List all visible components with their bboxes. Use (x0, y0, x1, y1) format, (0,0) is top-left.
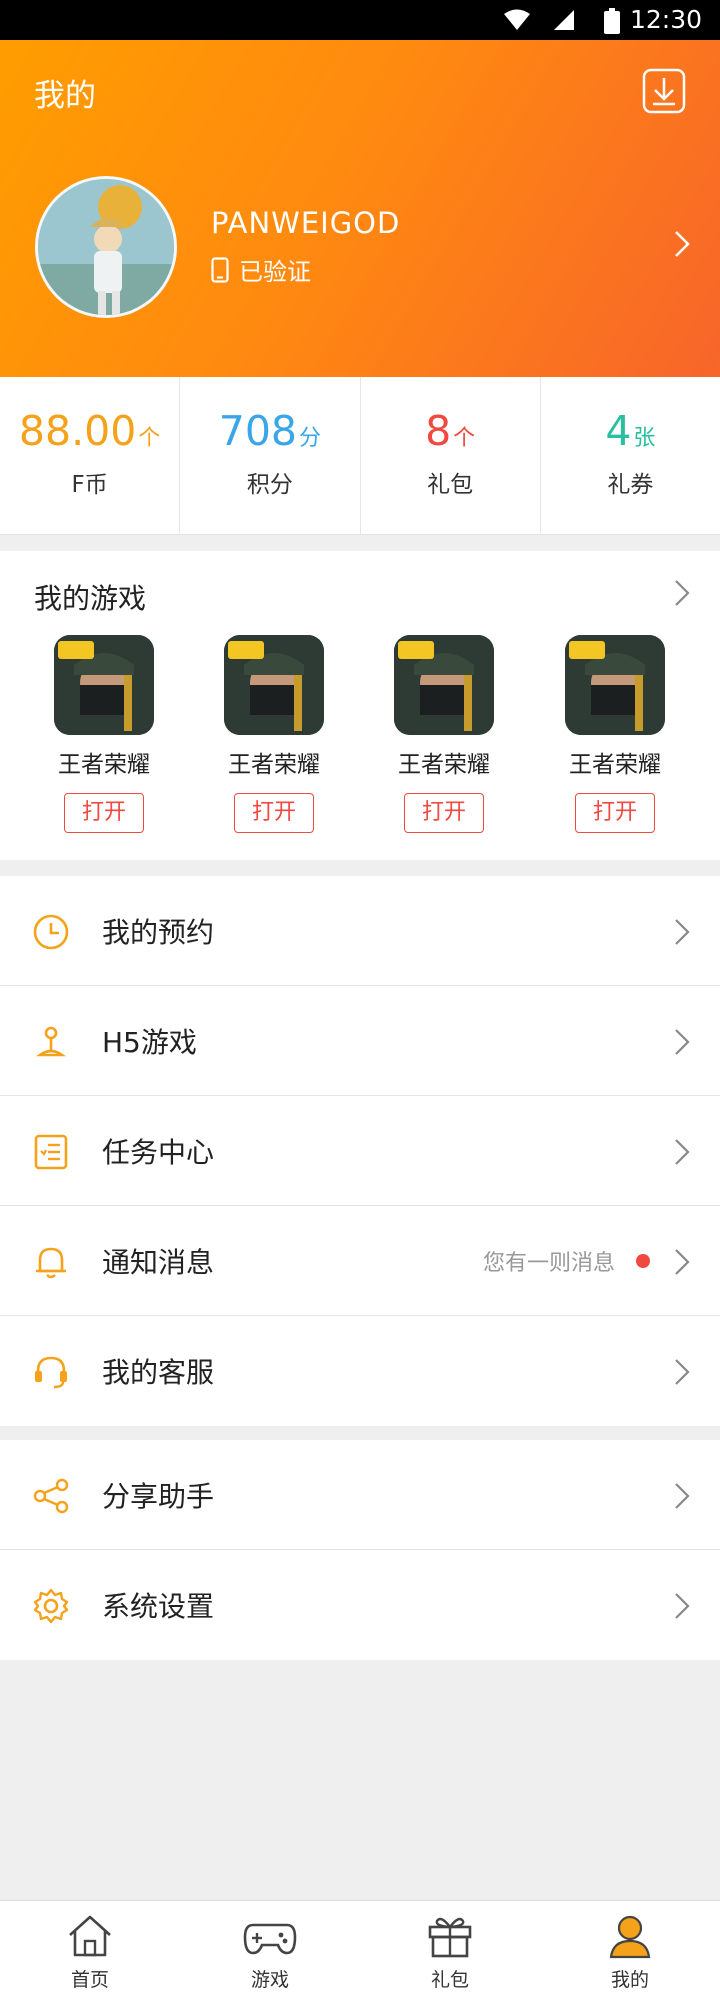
menu-label: H5游戏 (102, 1025, 197, 1059)
status-bar: 12:30 (0, 0, 720, 40)
avatar[interactable] (35, 176, 177, 318)
game-name: 王者荣耀 (398, 752, 490, 778)
stat-gifts[interactable]: 8个 礼包 (361, 377, 541, 534)
game-item[interactable]: 王者荣耀 打开 (555, 635, 675, 833)
stat-points[interactable]: 708分 积分 (180, 377, 361, 534)
chevron-right-icon (675, 1249, 690, 1275)
game-name: 王者荣耀 (58, 752, 150, 778)
share-icon (33, 1478, 69, 1514)
stat-label: 积分 (246, 472, 293, 498)
menu-item-h5-games[interactable]: H5游戏 (0, 986, 720, 1096)
stat-label: 礼包 (427, 472, 474, 498)
tab-label: 礼包 (430, 1969, 469, 1991)
chevron-right-icon (675, 1593, 690, 1619)
user-icon (609, 1915, 651, 1959)
verification-status: 已验证 (211, 252, 311, 287)
my-games-section: 我的游戏 王者荣耀 打开 王者荣耀 打开 王者荣耀 打开 王者荣耀 打开 (0, 551, 720, 860)
gift-icon (428, 1917, 472, 1958)
game-item[interactable]: 王者荣耀 打开 (44, 635, 164, 833)
section-title: 我的游戏 (34, 582, 147, 615)
download-icon[interactable] (642, 68, 686, 114)
bell-icon (36, 1247, 66, 1279)
tab-home[interactable]: 首页 (0, 1901, 180, 2000)
game-item[interactable]: 王者荣耀 打开 (384, 635, 504, 833)
unread-dot (636, 1253, 650, 1268)
tab-label: 首页 (70, 1969, 109, 1991)
game-icon[interactable] (54, 635, 154, 735)
chevron-right-icon (675, 919, 690, 945)
chevron-right-icon (675, 1359, 690, 1385)
phone-icon (211, 256, 229, 283)
joystick-icon (35, 1026, 67, 1057)
menu-label: 系统设置 (102, 1590, 215, 1623)
game-name: 王者荣耀 (569, 752, 661, 778)
menu-group-other: 分享助手 系统设置 (0, 1440, 720, 1660)
stat-unit: 个 (138, 426, 161, 451)
stat-unit: 张 (633, 426, 656, 451)
task-icon (34, 1134, 68, 1170)
open-button[interactable]: 打开 (404, 793, 484, 833)
tab-label: 游戏 (250, 1969, 289, 1991)
stat-value: 88.00 (18, 407, 137, 455)
status-time: 12:30 (629, 5, 702, 34)
gamepad-icon (243, 1923, 297, 1955)
stat-unit: 分 (299, 426, 322, 451)
headset-icon (35, 1356, 67, 1389)
tab-gifts[interactable]: 礼包 (360, 1901, 540, 2000)
stat-label: 礼券 (607, 472, 654, 498)
battery-icon (604, 8, 620, 34)
gear-icon (33, 1588, 69, 1624)
username: PANWEIGOD (211, 206, 401, 240)
game-icon[interactable] (565, 635, 665, 735)
chevron-right-icon[interactable] (674, 230, 690, 258)
stat-coupons[interactable]: 4张 礼券 (541, 377, 720, 534)
stat-value: 708 (218, 407, 297, 455)
game-icon[interactable] (224, 635, 324, 735)
stat-value: 4 (605, 407, 632, 455)
tab-mine[interactable]: 我的 (540, 1901, 720, 2000)
chevron-right-icon (675, 1029, 690, 1055)
chevron-right-icon (675, 1483, 690, 1509)
menu-label: 我的预约 (102, 915, 215, 949)
stat-fcoin[interactable]: 88.00个 F币 (0, 377, 181, 534)
menu-label: 任务中心 (102, 1135, 215, 1169)
stats-bar: 88.00个 F币 708分 积分 8个 礼包 4张 礼券 (0, 377, 720, 535)
menu-label: 分享助手 (102, 1479, 215, 1513)
open-button[interactable]: 打开 (64, 793, 144, 833)
wifi-icon (504, 9, 530, 30)
menu-item-share[interactable]: 分享助手 (0, 1440, 720, 1550)
menu-item-reservations[interactable]: 我的预约 (0, 876, 720, 986)
open-button[interactable]: 打开 (575, 793, 655, 833)
menu-label: 我的客服 (102, 1356, 215, 1389)
tab-games[interactable]: 游戏 (180, 1901, 360, 2000)
chevron-right-icon[interactable] (674, 579, 690, 607)
menu-label: 通知消息 (102, 1245, 215, 1279)
game-name: 王者荣耀 (228, 752, 320, 778)
signal-icon (554, 10, 574, 30)
bottom-tab-bar: 首页 游戏 礼包 我的 (0, 1900, 720, 2000)
menu-group-main: 我的预约 H5游戏 任务中心 通知消息 您有一则消息 我的客服 (0, 876, 720, 1426)
stat-value: 8 (425, 407, 452, 455)
menu-item-customer-service[interactable]: 我的客服 (0, 1316, 720, 1426)
clock-icon (33, 914, 69, 950)
game-item[interactable]: 王者荣耀 打开 (214, 635, 334, 833)
menu-item-notifications[interactable]: 通知消息 您有一则消息 (0, 1206, 720, 1316)
menu-item-settings[interactable]: 系统设置 (0, 1550, 720, 1660)
page-title: 我的 (34, 78, 96, 114)
chevron-right-icon (675, 1139, 690, 1165)
notification-hint: 您有一则消息 (482, 1250, 615, 1276)
stat-unit: 个 (453, 426, 476, 451)
menu-item-task-center[interactable]: 任务中心 (0, 1096, 720, 1206)
stat-label: F币 (71, 472, 108, 498)
game-icon[interactable] (394, 635, 494, 735)
home-icon (69, 1915, 111, 1957)
verified-label: 已验证 (239, 258, 311, 286)
profile-header: 我的 PANWEIGOD 已验证 (0, 40, 720, 377)
tab-label: 我的 (610, 1969, 649, 1991)
open-button[interactable]: 打开 (234, 793, 314, 833)
